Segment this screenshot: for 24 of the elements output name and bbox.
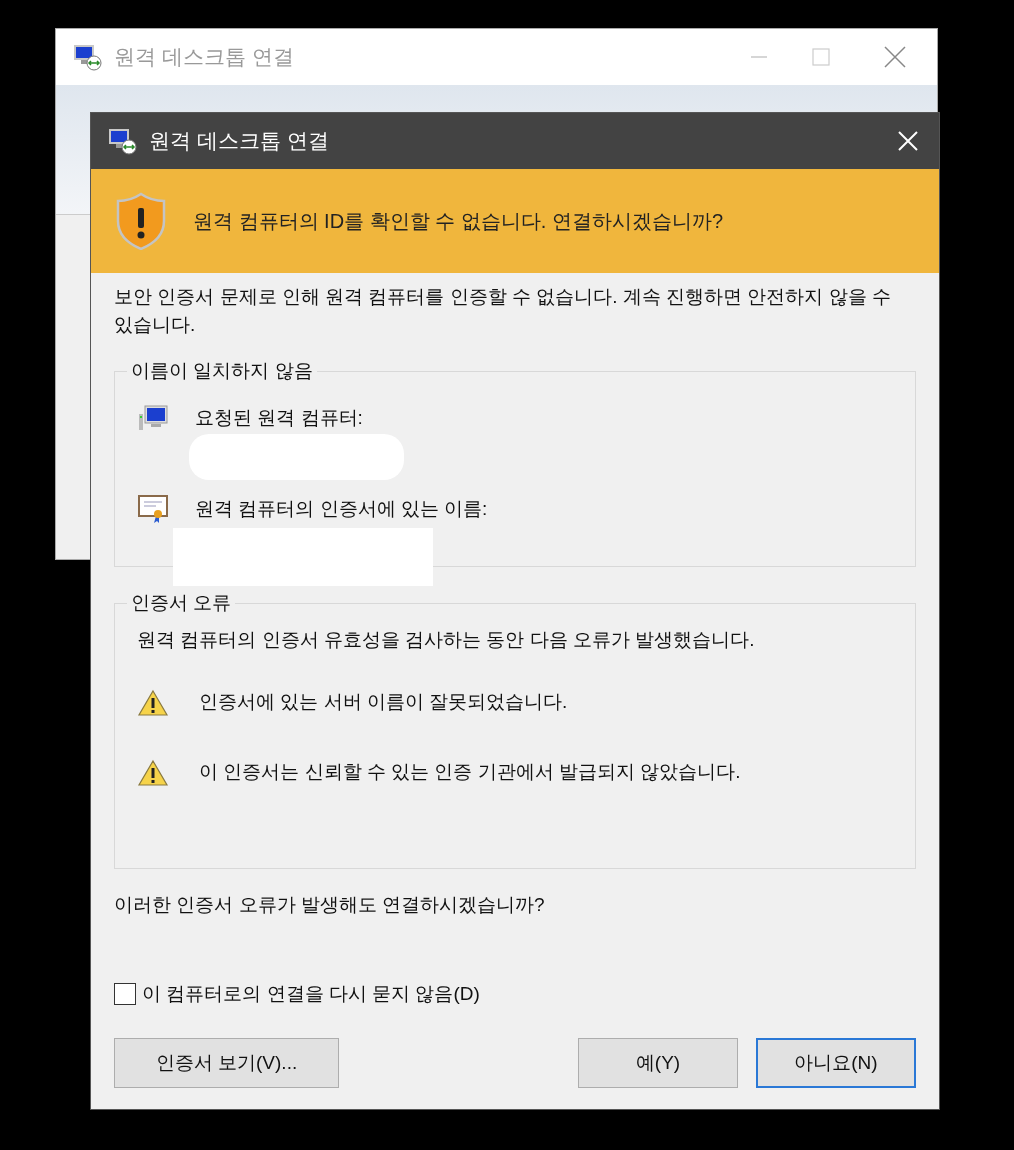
question-text: 이러한 인증서 오류가 발생해도 연결하시겠습니까? <box>114 893 546 917</box>
computer-icon <box>137 403 169 432</box>
shield-warning-icon <box>115 192 167 250</box>
item-label: 이 인증서는 신뢰할 수 있는 인증 기관에서 발급되지 않았습니다. <box>199 760 741 785</box>
remote-desktop-icon <box>107 127 137 155</box>
certificate-icon <box>137 494 169 524</box>
group-title: 이름이 일치하지 않음 <box>130 359 314 383</box>
banner-message: 원격 컴퓨터의 ID를 확인할 수 없습니다. 연결하시겠습니까? <box>193 209 724 234</box>
warning-icon <box>137 758 169 787</box>
item-label: 인증서에 있는 서버 이름이 잘못되었습니다. <box>199 690 568 715</box>
message-text: 보안 인증서 문제로 인해 원격 컴퓨터를 인증할 수 없습니다. 계속 진행하면 안전하지 않을 수 있습니다. <box>114 285 892 337</box>
dialog-button[interactable]: 예(Y) <box>578 1038 738 1088</box>
checkbox[interactable] <box>114 982 136 1005</box>
error-description: 원격 컴퓨터의 인증서 유효성을 검사하는 동안 다음 오류가 발생했습니다. <box>137 627 756 652</box>
window-title: 원격 데스크톱 연결 <box>114 44 294 71</box>
group-title: 인증서 오류 <box>130 591 233 615</box>
item-label: 원격 컴퓨터의 인증서에 있는 이름: <box>195 496 488 521</box>
window-title: 원격 데스크톱 연결 <box>149 128 329 155</box>
dialog-button[interactable]: 인증서 보기(V)... <box>114 1038 339 1088</box>
checkbox-label[interactable]: 이 컴퓨터로의 연결을 다시 묻지 않음(D) <box>142 979 480 1008</box>
dialog-button[interactable]: 아니요(N) <box>756 1038 916 1088</box>
warning-icon <box>137 688 169 717</box>
remote-desktop-icon <box>72 43 102 71</box>
item-label: 요청된 원격 컴퓨터: <box>195 405 363 430</box>
